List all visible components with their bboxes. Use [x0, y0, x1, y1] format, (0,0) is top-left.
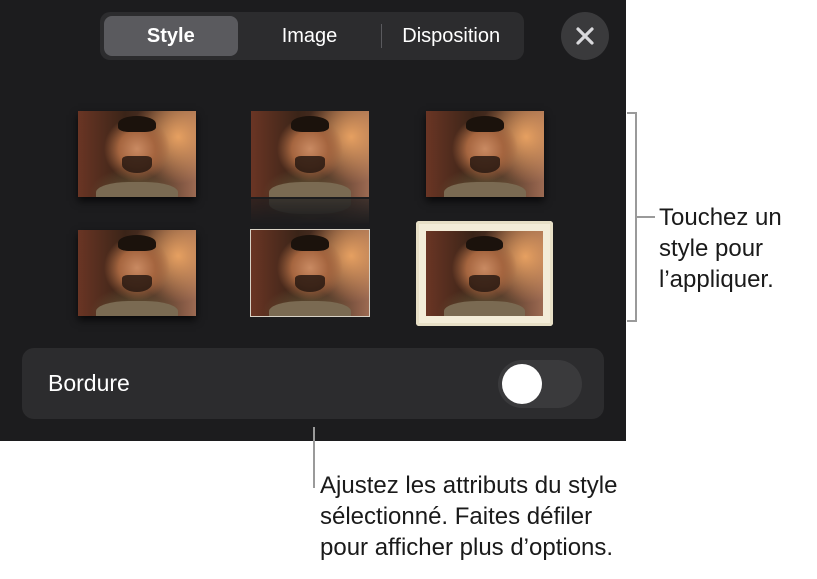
toggle-knob: [502, 364, 542, 404]
style-thumbnail-contact-shadow[interactable]: [426, 111, 544, 197]
border-setting-row: Bordure: [22, 348, 604, 419]
style-thumbnail-thin-border[interactable]: [250, 229, 370, 317]
format-tab-bar: Style Image Disposition: [100, 12, 524, 60]
style-thumbnail-drop-shadow[interactable]: [78, 111, 196, 197]
style-thumbnail-picture-frame[interactable]: [416, 221, 553, 326]
border-label: Bordure: [48, 370, 130, 396]
format-popover: Style Image Disposition Bordure: [0, 0, 626, 441]
callout-attributes-text: Ajustez les attributs du style sélection…: [320, 472, 618, 561]
framed-photo: [426, 231, 543, 316]
tab-image[interactable]: Image: [238, 16, 382, 56]
style-thumbnail-reflection[interactable]: [251, 111, 369, 197]
close-button[interactable]: [561, 12, 609, 60]
callout-bracket-tick: [637, 216, 655, 218]
close-icon: [576, 27, 594, 45]
callout-styles-text: Touchez un style pour l’appliquer.: [659, 204, 782, 293]
tab-disposition[interactable]: Disposition: [382, 16, 520, 56]
callout-bracket: [627, 112, 637, 322]
tab-style[interactable]: Style: [104, 16, 238, 56]
style-thumbnail-shadow[interactable]: [78, 230, 196, 316]
border-toggle[interactable]: [498, 360, 582, 408]
callout-line: [313, 427, 315, 488]
